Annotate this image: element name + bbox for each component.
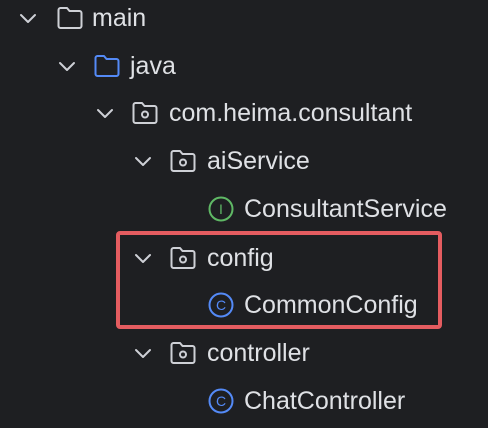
chevron-down-icon[interactable] [131, 149, 155, 173]
folder-icon [57, 7, 83, 29]
chevron-down-icon[interactable] [131, 341, 155, 365]
tree-node-label: CommonConfig [244, 291, 418, 319]
tree-node-label: ChatController [244, 387, 406, 415]
tree-node-chatcontroller[interactable]: C ChatController [0, 377, 488, 425]
chevron-down-icon[interactable] [131, 246, 155, 270]
tree-node-label: aiService [207, 147, 310, 175]
svg-text:C: C [216, 393, 226, 409]
tree-node-main[interactable]: main [0, 0, 488, 42]
chevron-down-icon[interactable] [55, 54, 79, 78]
tree-node-label: ConsultantService [244, 195, 447, 223]
chevron-down-icon[interactable] [16, 6, 40, 30]
class-icon: C [208, 292, 234, 318]
tree-node-com-heima-consultant[interactable]: com.heima.consultant [0, 89, 488, 137]
tree-node-label: config [207, 244, 274, 272]
package-icon [170, 247, 196, 269]
project-tree: main java com.heima.consultant aiService [0, 0, 488, 428]
class-icon: C [208, 388, 234, 414]
tree-node-commonconfig[interactable]: C CommonConfig [0, 281, 488, 329]
source-folder-icon [94, 55, 120, 77]
interface-icon: I [208, 196, 234, 222]
package-icon [170, 342, 196, 364]
tree-node-consultantservice[interactable]: I ConsultantService [0, 185, 488, 233]
chevron-down-icon[interactable] [93, 101, 117, 125]
tree-node-controller[interactable]: controller [0, 329, 488, 377]
tree-node-config[interactable]: config [0, 234, 488, 282]
tree-node-label: com.heima.consultant [169, 99, 413, 127]
svg-text:C: C [216, 297, 226, 313]
tree-node-label: java [130, 52, 176, 80]
svg-text:I: I [219, 201, 223, 217]
package-icon [170, 150, 196, 172]
package-icon [132, 102, 158, 124]
tree-node-java[interactable]: java [0, 42, 488, 90]
tree-node-label: controller [207, 339, 310, 367]
tree-node-aiservice[interactable]: aiService [0, 137, 488, 185]
tree-node-label: main [92, 4, 147, 32]
